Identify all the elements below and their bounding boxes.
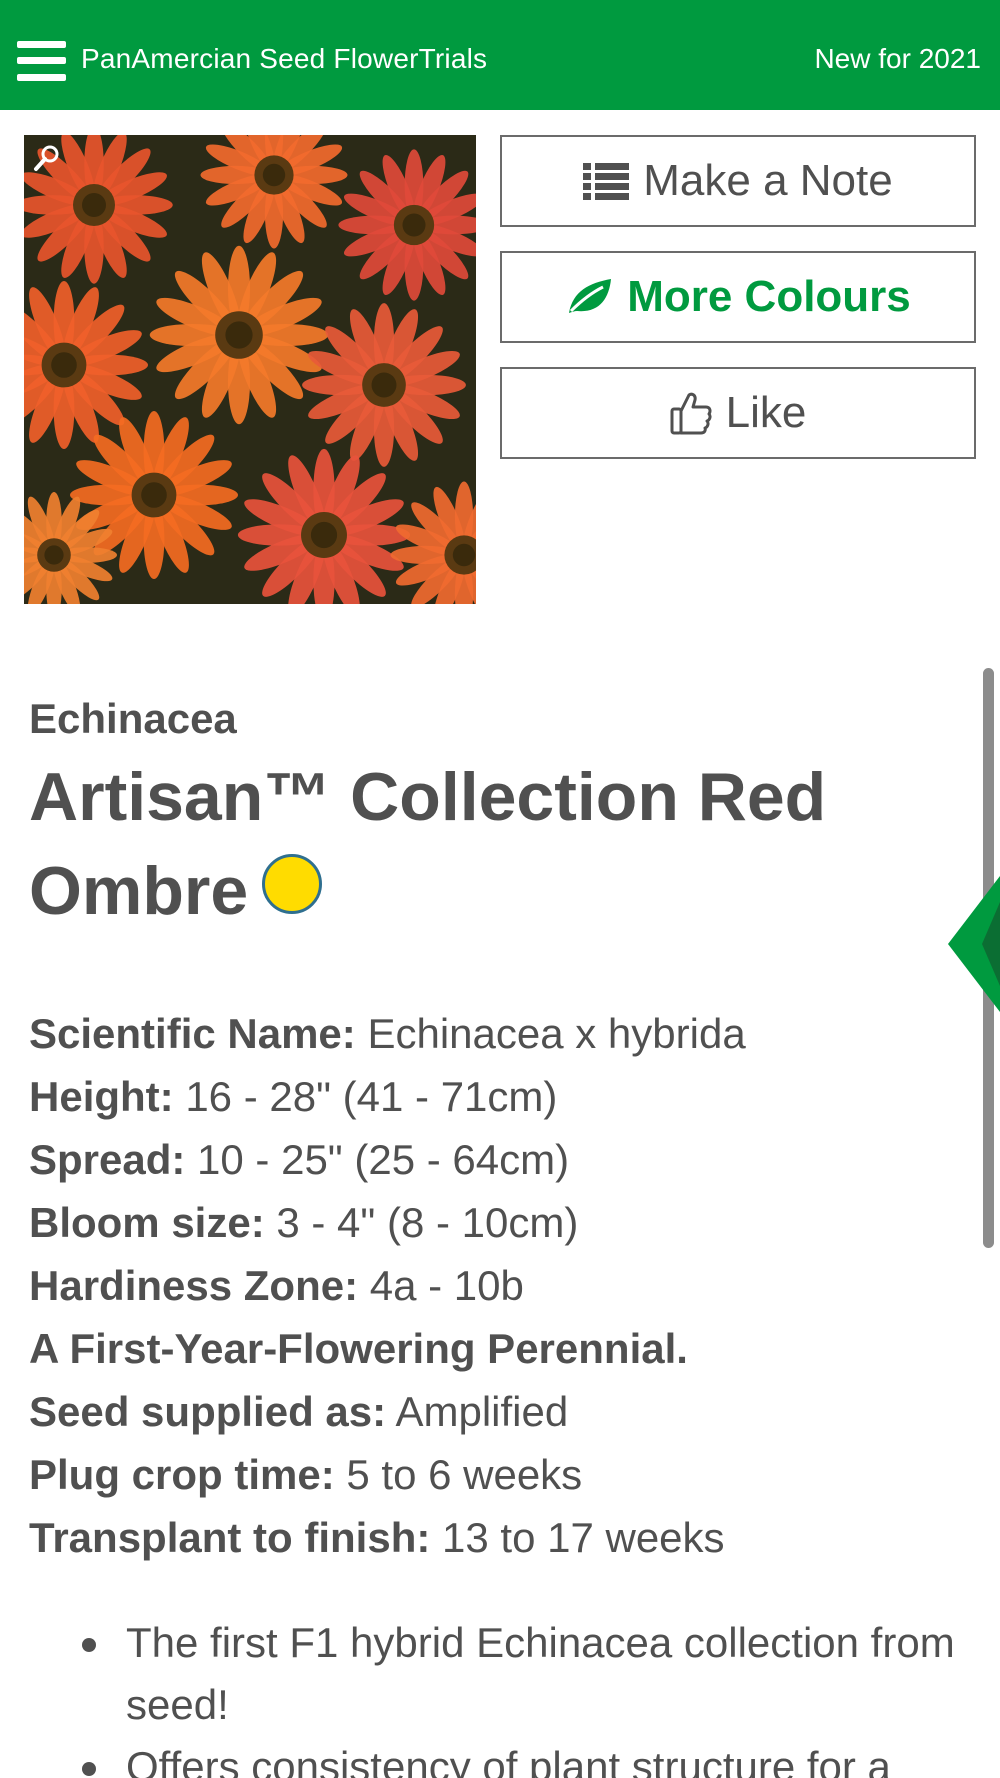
spec-label: Spread: [29, 1136, 186, 1183]
feature-list: The first F1 hybrid Echinacea collection… [70, 1612, 960, 1778]
spec-value: 4a - 10b [369, 1262, 524, 1309]
spec-row: Hardiness Zone: 4a - 10b [29, 1254, 969, 1317]
make-a-note-label: Make a Note [643, 156, 893, 205]
list-icon [583, 163, 630, 200]
season-label: New for 2021 [814, 43, 981, 74]
spec-row: Scientific Name: Echinacea x hybrida [29, 1002, 969, 1065]
spec-label: Bloom size: [29, 1199, 265, 1246]
spec-value: Echinacea x hybrida [367, 1010, 746, 1057]
spec-value: 13 to 17 weeks [442, 1514, 725, 1561]
more-colours-label: More Colours [627, 272, 911, 321]
spec-label: A First-Year-Flowering Perennial. [29, 1325, 688, 1372]
make-a-note-button[interactable]: Make a Note [500, 135, 976, 227]
spec-row: A First-Year-Flowering Perennial. [29, 1317, 969, 1380]
spec-label: Hardiness Zone: [29, 1262, 359, 1309]
more-colours-button[interactable]: More Colours [500, 251, 976, 343]
spec-label: Plug crop time: [29, 1451, 335, 1498]
spec-row: Seed supplied as: Amplified [29, 1380, 969, 1443]
spec-value: 10 - 25" (25 - 64cm) [197, 1136, 570, 1183]
product-title: Artisan™ Collection Red Ombre [29, 750, 929, 938]
spec-label: Transplant to finish: [29, 1514, 431, 1561]
side-drawer-tab[interactable] [948, 876, 1000, 1012]
spec-label: Seed supplied as: [29, 1388, 387, 1435]
spec-list: Scientific Name: Echinacea x hybrida Hei… [29, 1002, 969, 1569]
spec-label: Scientific Name: [29, 1010, 356, 1057]
thumbs-up-icon [670, 392, 712, 435]
product-photo[interactable] [24, 135, 476, 604]
magnifier-icon[interactable] [32, 143, 62, 173]
flower-image [24, 135, 476, 604]
spec-value: 3 - 4" (8 - 10cm) [276, 1199, 579, 1246]
spec-row: Spread: 10 - 25" (25 - 64cm) [29, 1128, 969, 1191]
spec-row: Plug crop time: 5 to 6 weeks [29, 1443, 969, 1506]
list-item: The first F1 hybrid Echinacea collection… [70, 1612, 960, 1736]
app-header: PanAmercian Seed FlowerTrials New for 20… [0, 0, 1000, 110]
yellow-color-dot-icon [262, 854, 323, 914]
product-variety: Artisan™ Collection Red Ombre [29, 759, 827, 929]
leaf-icon [569, 279, 612, 313]
like-label: Like [725, 388, 807, 437]
spec-value: Amplified [395, 1388, 569, 1435]
spec-value: 16 - 28" (41 - 71cm) [185, 1073, 558, 1120]
app-title: PanAmercian Seed FlowerTrials [81, 43, 488, 74]
spec-value: 5 to 6 weeks [346, 1451, 583, 1498]
spec-row: Height: 16 - 28" (41 - 71cm) [29, 1065, 969, 1128]
spec-row: Bloom size: 3 - 4" (8 - 10cm) [29, 1191, 969, 1254]
product-genus: Echinacea [29, 695, 237, 742]
like-button[interactable]: Like [500, 367, 976, 459]
list-item: Offers consistency of plant structure fo… [70, 1736, 960, 1778]
spec-label: Height: [29, 1073, 174, 1120]
hamburger-menu-icon[interactable] [17, 41, 66, 81]
spec-row: Transplant to finish: 13 to 17 weeks [29, 1506, 969, 1569]
